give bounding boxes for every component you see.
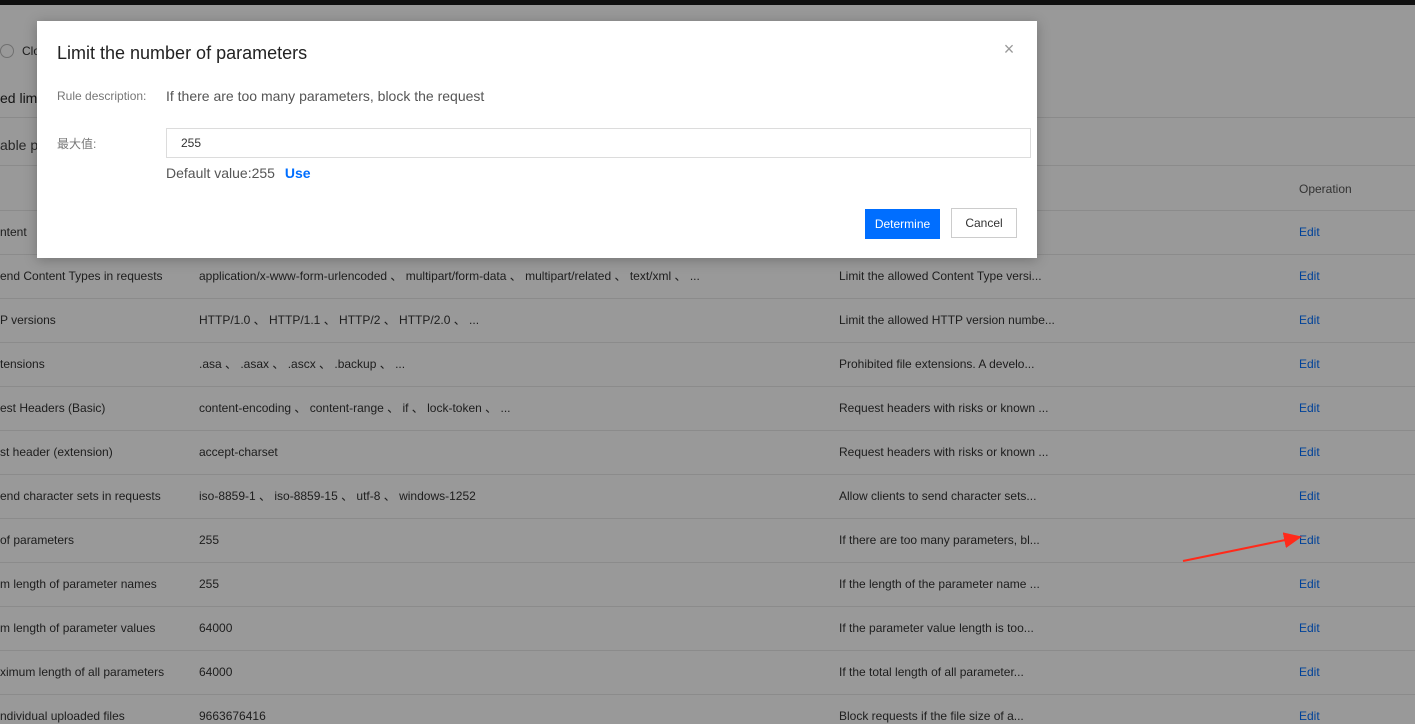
use-default-link[interactable]: Use (285, 165, 311, 181)
default-value-text: Default value:255 (166, 165, 275, 181)
close-icon[interactable]: × (999, 39, 1019, 59)
rule-description-label: Rule description: (57, 89, 147, 103)
page: Clo ed lim able pa Operation ntent Edit en… (0, 0, 1415, 724)
default-value-row: Default value:255 Use (166, 165, 311, 181)
determine-button[interactable]: Determine (865, 209, 940, 239)
rule-description-value: If there are too many parameters, block … (166, 88, 485, 104)
dialog-title: Limit the number of parameters (57, 43, 308, 63)
cancel-button[interactable]: Cancel (951, 208, 1017, 238)
max-value-label: 最大值: (57, 137, 97, 151)
limit-parameters-dialog: Limit the number of parameters × Rule de… (37, 21, 1037, 258)
max-value-input[interactable] (166, 128, 1031, 158)
